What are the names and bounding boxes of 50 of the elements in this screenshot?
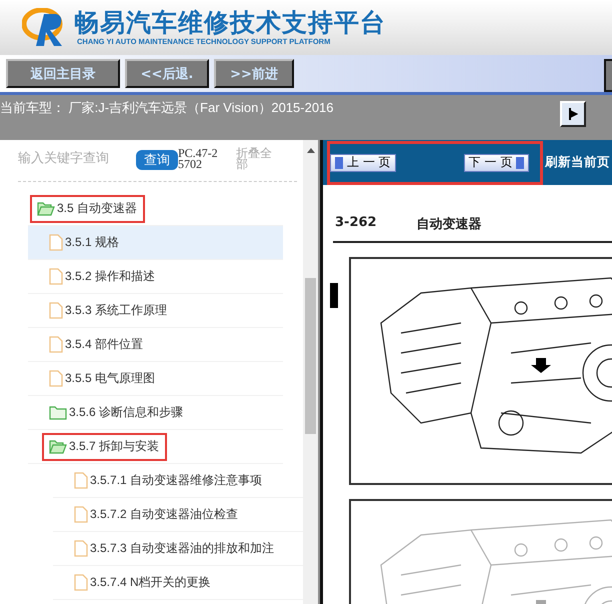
search-button[interactable]: 查询 (136, 150, 178, 170)
scroll-up-icon (306, 148, 314, 153)
document-icon (74, 540, 88, 557)
tree-item[interactable]: 3.5.7.1 自动变速器维修注意事项 (53, 464, 303, 498)
tree-item[interactable]: 3.5.7.3 自动变速器油的排放和加注 (53, 532, 303, 566)
tree-label: 3.5.7.4 N档开关的更换 (67, 568, 219, 596)
highlighted-label: 3.5 自动变速器 (30, 194, 146, 222)
tree-item[interactable]: 3.5.6 诊断信息和步骤 (28, 396, 283, 430)
expand-button[interactable] (560, 101, 586, 127)
tree-item[interactable]: 3.5.7.2 自动变速器油位检查 (53, 498, 303, 532)
document-icon (74, 506, 88, 523)
document-icon (74, 472, 88, 489)
document-icon (49, 302, 63, 319)
tree-label: 3.5.1 规格 (42, 228, 128, 256)
document-icon (49, 336, 63, 353)
tree-label: 3.5.2 操作和描述 (42, 262, 164, 290)
tree-label: 3.5.4 部件位置 (42, 330, 152, 358)
folder-icon (49, 405, 67, 420)
arrow-icon (568, 108, 578, 120)
previous-page-button[interactable]: 上 一 页 (330, 154, 396, 172)
tree-item[interactable]: 3.5.7.4 N档开关的更换 (53, 566, 303, 600)
document-icon (74, 574, 88, 591)
tree-label: 3.5.7.3 自动变速器油的排放和加注 (67, 534, 282, 562)
page-number: 3-262 (335, 215, 377, 232)
tree-label: 3.5.7.2 自动变速器油位检查 (67, 500, 246, 528)
tree-label: 3.5.3 系统工作原理 (42, 296, 176, 324)
next-page-button[interactable]: 下 一 页 (464, 154, 530, 172)
page-marker (330, 283, 338, 308)
tree-item[interactable]: 3.5.4 部件位置 (28, 328, 283, 362)
tree-label: 3.5.5 电气原理图 (42, 364, 164, 392)
document-icon (49, 268, 63, 285)
tree-item[interactable]: 3.5.3 系统工作原理 (28, 294, 283, 328)
scrollbar[interactable] (303, 140, 318, 604)
document-icon (49, 234, 63, 251)
vehicle-model-text: 当前车型： 厂家:J-吉利汽车远景（Far Vision）2015-2016 (0, 99, 334, 117)
tree-item[interactable]: 3.5.5 电气原理图 (28, 362, 283, 396)
scrollbar-thumb[interactable] (305, 278, 316, 434)
document-icon (49, 370, 63, 387)
highlighted-label: 3.5.7 拆卸与安装 (42, 432, 168, 460)
tree-item[interactable]: 3.5.7 拆卸与安装 (28, 430, 283, 464)
tree-item[interactable]: 3.5.2 操作和描述 (28, 260, 283, 294)
tree-label: 3.5.7.1 自动变速器维修注意事项 (67, 466, 270, 494)
platform-title: 畅易汽车维修技术支持平台 (74, 9, 386, 37)
page-title: 自动变速器 (416, 216, 482, 234)
open-folder-icon (37, 201, 55, 216)
tree-item[interactable]: 3.5.1 规格 (28, 226, 283, 260)
refresh-page-link[interactable]: 刷新当前页 (545, 154, 610, 171)
tree-label: 3.5.6 诊断信息和步骤 (42, 398, 192, 426)
document-code: PC.47-25702 (178, 148, 218, 170)
open-folder-icon (49, 439, 67, 454)
